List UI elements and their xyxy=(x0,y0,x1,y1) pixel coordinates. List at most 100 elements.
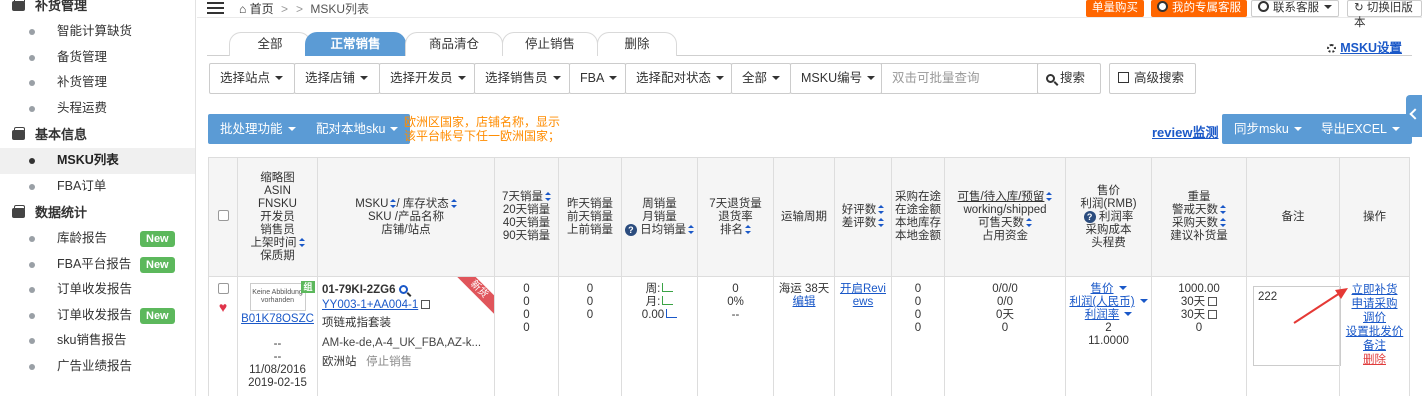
sidebar-item-fba-orders[interactable]: FBA订单 xyxy=(0,174,195,200)
search-input[interactable]: 双击可批量查询 xyxy=(881,63,1038,94)
enable-reviews-link[interactable]: 开启Reviews xyxy=(838,283,888,309)
sidebar-item-freight[interactable]: 头程运费 xyxy=(0,96,195,122)
sort-icon[interactable] xyxy=(878,218,885,227)
help-icon[interactable]: ? xyxy=(1083,210,1096,223)
msku-no-select[interactable]: MSKU编号 xyxy=(790,63,882,94)
msku-table: 缩略图 ASIN FNSKU 开发员 销售员 上架时间 保质期 MSKU / 库存状态 SKU… xyxy=(208,157,1410,396)
adjust-price-link[interactable]: 调价 xyxy=(1340,311,1409,325)
edit-icon[interactable] xyxy=(1208,310,1218,319)
sort-icon[interactable] xyxy=(688,224,695,234)
advanced-search-button[interactable]: 高级搜索 xyxy=(1109,63,1196,94)
sort-icon[interactable] xyxy=(1026,218,1032,227)
row-select-cell: ♥ xyxy=(208,276,238,396)
match-status-select[interactable]: 选择配对状态 xyxy=(625,63,732,94)
new-badge: New xyxy=(140,307,175,324)
contact-service-button[interactable]: 联系客服 xyxy=(1251,0,1339,17)
help-icon[interactable]: ? xyxy=(624,223,637,236)
edit-icon[interactable] xyxy=(421,300,431,309)
price-link[interactable]: 售价 xyxy=(1091,283,1114,295)
tab-stop-sale[interactable]: 停止销售 xyxy=(502,32,598,56)
gear-icon xyxy=(1327,44,1337,53)
sync-msku-button[interactable]: 同步msku xyxy=(1222,114,1314,144)
wholesale-price-link[interactable]: 设置批发价 xyxy=(1340,325,1409,339)
note-link[interactable]: 备注 xyxy=(1340,339,1409,353)
menu-icon[interactable] xyxy=(207,2,224,15)
all-select[interactable]: 全部 xyxy=(731,63,791,94)
profit-link[interactable]: 利润(人民币) xyxy=(1069,296,1134,308)
header-returns: 7天退货量 退货率 排名 xyxy=(697,157,774,277)
product-thumbnail[interactable]: Keine Abbildung vorhanden 组 xyxy=(249,281,315,311)
tab-deleted[interactable]: 删除 xyxy=(597,32,677,56)
batch-button[interactable]: 批处理功能 xyxy=(208,114,308,144)
remark-textarea[interactable]: 222 xyxy=(1253,286,1341,366)
select-all-checkbox[interactable] xyxy=(217,209,229,221)
tab-all[interactable]: 全部 xyxy=(229,32,311,56)
fba-select[interactable]: FBA xyxy=(569,63,626,94)
sort-icon[interactable] xyxy=(1220,205,1226,214)
margin-link[interactable]: 利润率 xyxy=(1085,309,1120,321)
sku-link[interactable]: YY003-1+AA004-1 xyxy=(322,299,418,311)
seller-select[interactable]: 选择销售员 xyxy=(474,63,570,94)
edit-icon[interactable] xyxy=(1208,297,1218,306)
search-icon[interactable] xyxy=(398,285,408,294)
msku-code: 01-79KI-2ZG6 xyxy=(322,284,396,296)
export-excel-button[interactable]: 导出EXCEL xyxy=(1309,114,1412,144)
sort-icon[interactable] xyxy=(1220,218,1226,227)
avatar-icon xyxy=(1157,1,1168,12)
exclusive-service-button[interactable]: 我的专属客服 xyxy=(1151,0,1247,17)
sidebar-item-order-report[interactable]: 订单收发报告 xyxy=(0,277,195,303)
sort-icon[interactable] xyxy=(1046,192,1053,201)
sidebar-item-sku-sales[interactable]: sku销售报告 xyxy=(0,328,195,354)
sidebar-item-msku-list[interactable]: MSKU列表 xyxy=(0,148,195,174)
chevron-down-icon xyxy=(390,127,399,131)
sidebar-item-fba-report[interactable]: FBA平台报告 New xyxy=(0,252,195,278)
sort-icon[interactable] xyxy=(544,192,551,201)
shop-select[interactable]: 选择店铺 xyxy=(294,63,380,94)
chart-icon[interactable] xyxy=(662,283,674,292)
search-button[interactable]: 搜索 xyxy=(1037,63,1101,94)
developer-select[interactable]: 选择开发员 xyxy=(379,63,475,94)
delete-link[interactable]: 删除 xyxy=(1340,353,1409,367)
chevron-down-icon xyxy=(1139,299,1148,303)
sidebar-section-basic-info[interactable]: 基本信息 xyxy=(0,121,195,148)
sidebar-item-restock[interactable]: 补货管理 xyxy=(0,70,195,96)
heart-icon[interactable]: ♥ xyxy=(219,300,227,314)
msku-settings-link[interactable]: MSKU设置 xyxy=(1327,37,1402,56)
breadcrumb-home[interactable]: ⌂ 首页 xyxy=(239,2,274,16)
sidebar-item-order-report-new[interactable]: 订单收发报告 New xyxy=(0,303,195,329)
row-checkbox[interactable] xyxy=(217,283,229,294)
sort-icon[interactable] xyxy=(298,237,305,247)
review-monitor-link[interactable]: review监测 xyxy=(1152,122,1218,141)
edit-icon xyxy=(1118,72,1129,83)
sale-status: 停止销售 xyxy=(366,356,413,368)
weekly-cell: 周: 月: 0.00 xyxy=(621,276,698,396)
sidebar-item-inventory-age[interactable]: 库龄报告 New xyxy=(0,226,195,252)
chart-icon[interactable] xyxy=(666,309,678,318)
tab-normal-sale[interactable]: 正常销售 xyxy=(305,32,406,56)
asin-link[interactable]: B01K78OSZC xyxy=(241,313,314,325)
transport-edit-link[interactable]: 编辑 xyxy=(793,296,816,308)
sort-icon[interactable] xyxy=(878,205,885,214)
chevron-down-icon xyxy=(360,76,369,80)
chart-icon[interactable] xyxy=(662,296,674,305)
sort-icon[interactable] xyxy=(745,224,751,234)
buy-button[interactable]: 单量购买 xyxy=(1086,0,1144,17)
sort-icon[interactable] xyxy=(450,198,457,208)
side-panel-toggle[interactable] xyxy=(1406,95,1422,137)
top-bar: ⌂ 首页 > > MSKU列表 单量购买 我的专属客服 联系客服 ↻ 切换旧版本 xyxy=(197,0,1422,29)
restock-now-link[interactable]: 立即补货 xyxy=(1340,283,1409,297)
chevron-down-icon xyxy=(867,76,876,80)
sidebar-item-ad-report[interactable]: 广告业绩报告 xyxy=(0,354,195,380)
pair-local-sku-button[interactable]: 配对本地sku xyxy=(304,114,411,144)
sidebar-item-smart-calc[interactable]: 智能计算缺货 xyxy=(0,19,195,45)
sidebar-section-stats[interactable]: 数据统计 xyxy=(0,199,195,226)
chevron-down-icon xyxy=(716,76,725,80)
site-select[interactable]: 选择站点 xyxy=(209,63,295,94)
sidebar-section-restock[interactable]: 补货管理 xyxy=(0,0,195,19)
switch-version-button[interactable]: ↻ 切换旧版本 xyxy=(1347,0,1422,29)
tab-clearance[interactable]: 商品清仓 xyxy=(405,32,503,56)
apply-purchase-link[interactable]: 申请采购 xyxy=(1340,297,1409,311)
sort-icon[interactable] xyxy=(390,198,397,208)
sidebar-item-stock-prep[interactable]: 备货管理 xyxy=(0,45,195,71)
header-ops: 操作 xyxy=(1339,157,1410,277)
